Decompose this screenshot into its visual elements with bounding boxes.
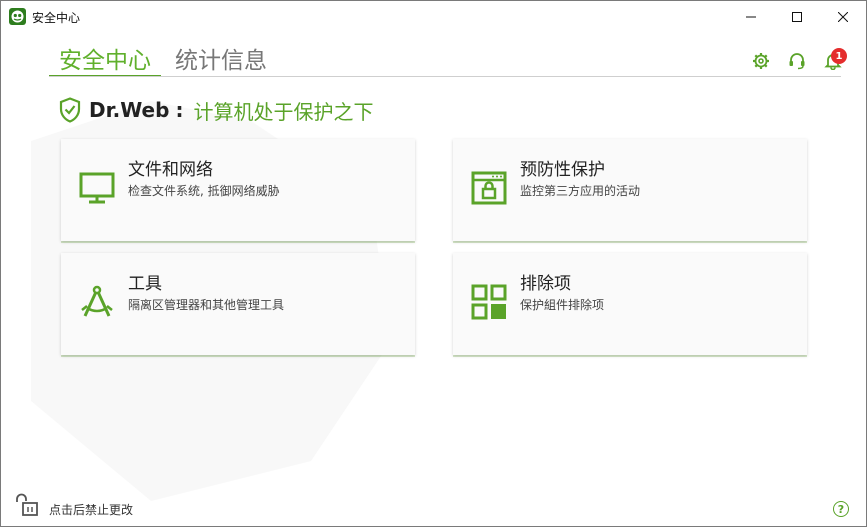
card-tools[interactable]: 工具 隔离区管理器和其他管理工具	[61, 253, 415, 355]
tab-security-center[interactable]: 安全中心	[49, 39, 161, 77]
compass-tool-icon	[81, 285, 113, 317]
shield-check-icon	[59, 97, 81, 123]
close-button[interactable]	[820, 1, 866, 32]
tabs-divider	[49, 76, 841, 77]
app-window: 安全中心 安全中心 统计信息 1 Dr.Web: 计算机处于保护之下 文件和网…	[0, 0, 867, 527]
minimize-icon	[746, 16, 756, 17]
protection-status: Dr.Web : 计算机处于保护之下	[59, 95, 373, 125]
card-title: 工具	[128, 274, 162, 294]
brand-name: Dr.Web	[89, 98, 170, 122]
status-message: 计算机处于保护之下	[193, 99, 374, 124]
close-icon	[838, 11, 848, 22]
minimize-button[interactable]	[728, 1, 774, 32]
card-title: 预防性保护	[520, 160, 605, 180]
notification-badge: 1	[831, 48, 847, 64]
unlock-icon[interactable]	[15, 493, 39, 517]
app-lock-icon	[471, 171, 507, 205]
card-subtitle: 隔离区管理器和其他管理工具	[128, 298, 285, 312]
card-title: 排除项	[520, 274, 571, 294]
gear-icon	[753, 53, 769, 69]
title-bar: 安全中心	[1, 1, 866, 32]
card-title: 文件和网络	[128, 160, 213, 180]
card-subtitle: 监控第三方应用的活动	[520, 184, 641, 198]
settings-button[interactable]	[751, 51, 771, 71]
grid-icon	[471, 284, 507, 320]
card-files-and-network[interactable]: 文件和网络 检查文件系统, 抵御网络威胁	[61, 139, 415, 241]
main-tabs: 安全中心 统计信息	[49, 39, 281, 77]
lock-changes-link[interactable]: 点击后禁止更改	[49, 501, 133, 518]
help-button[interactable]: ?	[833, 501, 849, 517]
support-button[interactable]	[787, 51, 807, 71]
maximize-button[interactable]	[774, 1, 820, 32]
card-subtitle: 检查文件系统, 抵御网络威胁	[128, 184, 280, 198]
headset-icon	[789, 53, 805, 70]
window-title: 安全中心	[32, 11, 81, 25]
tab-statistics[interactable]: 统计信息	[165, 39, 277, 77]
card-exclusions[interactable]: 排除项 保护組件排除项	[453, 253, 807, 355]
monitor-icon	[79, 172, 115, 204]
maximize-icon	[792, 11, 802, 22]
status-separator: :	[175, 98, 184, 122]
card-subtitle: 保护組件排除项	[520, 298, 605, 312]
card-preventive-protection[interactable]: 预防性保护 监控第三方应用的活动	[453, 139, 807, 241]
drweb-app-icon	[9, 8, 26, 25]
